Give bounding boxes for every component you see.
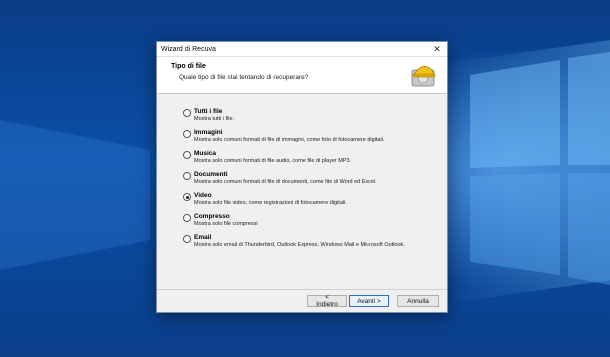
option-description: Mostra solo comuni formati di file audio…: [194, 158, 352, 164]
option-label: Compresso: [194, 213, 230, 220]
step-title: Tipo di file: [171, 63, 206, 70]
radio-button[interactable]: [183, 214, 191, 222]
wizard-footer: < Indietro Avanti > Annulla: [157, 289, 447, 312]
close-icon[interactable]: ✕: [431, 43, 443, 55]
title-bar: Wizard di Recuva ✕: [157, 42, 447, 57]
radio-button[interactable]: [183, 109, 191, 117]
option-description: Mostra tutti i file.: [194, 116, 235, 122]
option-label: Immagini: [194, 129, 223, 136]
radio-button-selected[interactable]: [183, 193, 191, 201]
option-description: Mostra solo email di Thunderbird, Outloo…: [194, 242, 405, 248]
radio-button[interactable]: [183, 172, 191, 180]
cancel-button[interactable]: Annulla: [397, 295, 439, 307]
option-label: Musica: [194, 150, 217, 157]
radio-button[interactable]: [183, 235, 191, 243]
file-type-options: Tutti i file Mostra tutti i file. Immagi…: [157, 94, 447, 286]
option-label: Email: [194, 234, 212, 241]
option-description: Mostra solo comuni formati di file di im…: [194, 137, 385, 143]
step-subtitle: Quale tipo di file stai tentando di recu…: [179, 74, 309, 81]
option-label: Tutti i file: [194, 108, 223, 115]
option-label: Documenti: [194, 171, 228, 178]
option-description: Mostra solo file video, come registrazio…: [194, 200, 347, 206]
recuva-hardhat-drive-icon: [411, 66, 436, 87]
option-description: Mostra solo comuni formati di file di do…: [194, 179, 377, 185]
recuva-wizard-window: Wizard di Recuva ✕ Tipo di file Quale ti…: [156, 41, 448, 313]
radio-button[interactable]: [183, 151, 191, 159]
radio-button[interactable]: [183, 130, 191, 138]
next-button[interactable]: Avanti >: [349, 295, 389, 307]
option-label: Video: [194, 192, 212, 199]
back-button[interactable]: < Indietro: [307, 294, 347, 308]
option-description: Mostra solo file compressi: [194, 221, 258, 227]
window-title: Wizard di Recuva: [161, 45, 216, 53]
wizard-header: Tipo di file Quale tipo di file stai ten…: [157, 57, 447, 94]
